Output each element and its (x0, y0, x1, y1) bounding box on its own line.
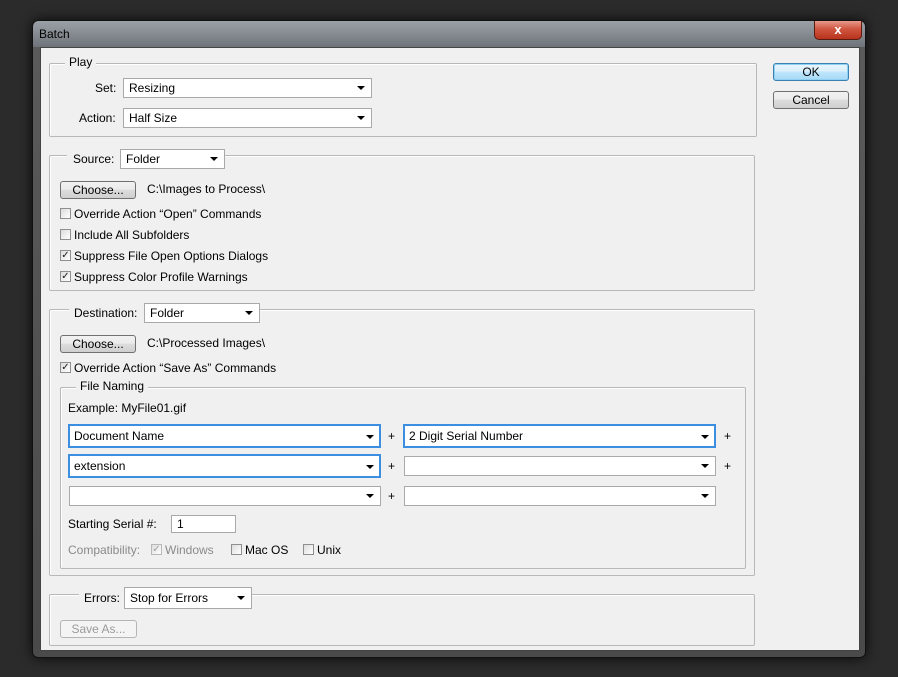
chevron-down-icon (210, 157, 218, 161)
suppress-color-warnings-checkbox[interactable]: ✓ (60, 271, 71, 282)
naming-field-2-right[interactable] (404, 456, 716, 476)
include-subfolders-checkbox[interactable] (60, 229, 71, 240)
source-select-value: Folder (126, 152, 161, 166)
chevron-down-icon (237, 596, 245, 600)
action-label: Action: (79, 111, 116, 125)
naming-field-3-left[interactable] (69, 486, 381, 506)
override-save-as-label: Override Action “Save As” Commands (74, 361, 277, 375)
destination-choose-button[interactable]: Choose... (60, 335, 136, 353)
override-open-label: Override Action “Open” Commands (74, 207, 262, 221)
suppress-open-dialogs-label: Suppress File Open Options Dialogs (74, 249, 269, 263)
chevron-down-icon (357, 116, 365, 120)
source-label: Source: (73, 152, 115, 166)
errors-select[interactable]: Stop for Errors (124, 587, 252, 609)
set-label: Set: (95, 81, 117, 95)
source-select[interactable]: Folder (120, 149, 225, 169)
action-select[interactable]: Half Size (123, 108, 372, 128)
starting-serial-input[interactable]: 1 (171, 515, 236, 533)
plus-sign: + (724, 429, 732, 443)
windows-label: Windows (165, 543, 214, 557)
chevron-down-icon (357, 86, 365, 90)
save-as-button: Save As... (60, 620, 137, 638)
plus-sign: + (388, 489, 396, 503)
set-select-value: Resizing (129, 81, 176, 95)
override-save-as-checkbox[interactable]: ✓ (60, 362, 71, 373)
destination-select-value: Folder (150, 306, 185, 320)
suppress-open-dialogs-checkbox[interactable]: ✓ (60, 250, 71, 261)
dialog-body: Play Set: Resizing Action: Half Size OK … (40, 47, 860, 651)
destination-select[interactable]: Folder (144, 303, 260, 323)
cancel-button[interactable]: Cancel (773, 91, 849, 109)
compatibility-label: Compatibility: (68, 543, 141, 557)
ok-button[interactable]: OK (773, 63, 849, 81)
mac-os-checkbox[interactable] (231, 544, 242, 555)
plus-sign: + (724, 459, 732, 473)
naming-field-1-left-value: Document Name (74, 429, 165, 443)
destination-path: C:\Processed Images\ (147, 336, 266, 350)
window-title: Batch (39, 27, 70, 41)
checkmark-icon: ✓ (61, 250, 70, 261)
naming-field-2-left-value: extension (74, 459, 126, 473)
suppress-color-warnings-label: Suppress Color Profile Warnings (74, 270, 248, 284)
starting-serial-label: Starting Serial #: (68, 517, 157, 531)
naming-field-1-right[interactable]: 2 Digit Serial Number (403, 424, 716, 448)
chevron-down-icon (701, 464, 709, 468)
checkmark-icon: ✓ (61, 271, 70, 282)
include-subfolders-label: Include All Subfolders (74, 228, 190, 242)
errors-select-value: Stop for Errors (130, 591, 209, 605)
source-path: C:\Images to Process\ (147, 182, 266, 196)
naming-field-2-left[interactable]: extension (68, 454, 381, 478)
chevron-down-icon (701, 494, 709, 498)
naming-field-1-left[interactable]: Document Name (68, 424, 381, 448)
checkmark-icon: ✓ (61, 362, 70, 373)
chevron-down-icon (701, 435, 709, 439)
plus-sign: + (388, 429, 396, 443)
unix-label: Unix (317, 543, 342, 557)
unix-checkbox[interactable] (303, 544, 314, 555)
source-choose-button[interactable]: Choose... (60, 181, 136, 199)
close-icon[interactable]: x (814, 21, 862, 40)
title-bar[interactable]: Batch x (33, 21, 865, 47)
batch-dialog: Batch x Play Set: Resizing Action: Half … (32, 20, 866, 658)
mac-os-label: Mac OS (245, 543, 289, 557)
naming-field-1-right-value: 2 Digit Serial Number (409, 429, 524, 443)
naming-field-3-right[interactable] (404, 486, 716, 506)
plus-sign: + (388, 459, 396, 473)
file-naming-legend: File Naming (76, 379, 149, 393)
set-select[interactable]: Resizing (123, 78, 372, 98)
chevron-down-icon (245, 311, 253, 315)
chevron-down-icon (366, 465, 374, 469)
chevron-down-icon (366, 435, 374, 439)
action-select-value: Half Size (129, 111, 178, 125)
chevron-down-icon (366, 494, 374, 498)
windows-checkbox: ✓ (151, 544, 162, 555)
naming-example: Example: MyFile01.gif (68, 401, 187, 415)
destination-label: Destination: (74, 306, 138, 320)
override-open-checkbox[interactable] (60, 208, 71, 219)
errors-label: Errors: (84, 591, 120, 605)
checkmark-icon: ✓ (152, 544, 161, 555)
play-legend: Play (65, 55, 97, 69)
